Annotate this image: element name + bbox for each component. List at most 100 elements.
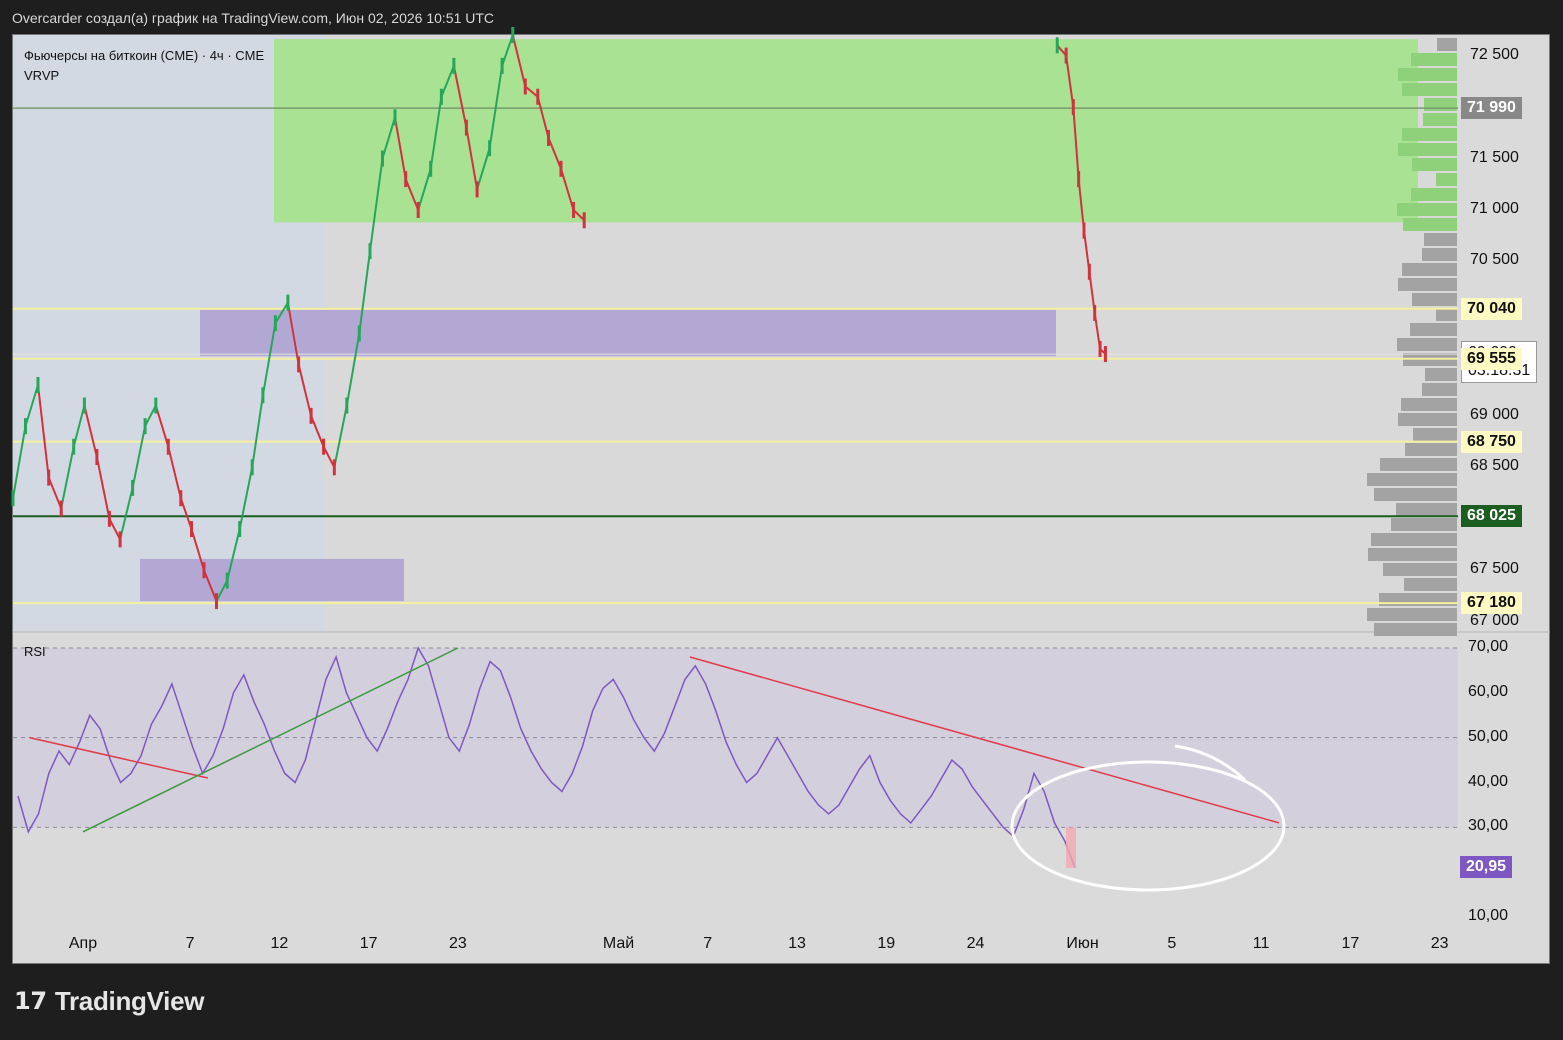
volume-profile-bar	[1412, 293, 1457, 306]
price-candle	[380, 150, 384, 167]
price-candle	[250, 459, 254, 476]
price-candle	[357, 325, 361, 342]
chart-canvas[interactable]	[0, 0, 1563, 1040]
price-legend: Фьючерсы на биткоин (CME) · 4ч · CME VRV…	[24, 46, 264, 86]
volume-profile-bar	[1405, 443, 1457, 456]
price-candle	[179, 490, 183, 507]
price-tag: 69 555	[1461, 347, 1522, 370]
volume-profile-bar	[1397, 338, 1457, 351]
rsi-tick-label: 70,00	[1468, 638, 1509, 655]
rsi-last-tag: 20,95	[1460, 855, 1513, 878]
volume-profile-bar	[1401, 398, 1457, 411]
price-candle	[23, 418, 27, 435]
price-tick-label: 71 500	[1470, 148, 1519, 166]
volume-profile-bar	[1422, 248, 1457, 261]
date-tick-label: 13	[788, 935, 806, 952]
rsi-oversold-fill	[1066, 827, 1076, 868]
date-tick-label: Апр	[68, 935, 98, 952]
price-candle	[225, 572, 229, 589]
date-tick-label: Июн	[1066, 935, 1099, 952]
price-candle	[95, 449, 99, 466]
volume-profile-bar	[1383, 563, 1457, 576]
price-candle	[82, 397, 86, 414]
volume-profile-bar	[1398, 413, 1457, 426]
price-candle	[404, 171, 408, 188]
price-tick-label: 69 000	[1470, 405, 1519, 423]
volume-profile-bar	[1411, 188, 1457, 201]
price-candle	[416, 201, 420, 218]
price-candle	[345, 397, 349, 414]
volume-profile-bar	[1424, 233, 1457, 246]
date-tick-label: 23	[448, 935, 467, 952]
volume-profile-bar	[1403, 218, 1457, 231]
volume-profile-bar	[1398, 278, 1457, 291]
date-tick-label: 12	[270, 935, 289, 952]
price-candle	[118, 531, 122, 548]
volume-profile-bar	[1402, 83, 1457, 96]
price-candle	[47, 469, 51, 486]
price-candle	[393, 109, 397, 126]
volume-profile-bar	[1412, 158, 1457, 171]
date-tick-label: 7	[185, 935, 195, 952]
price-candle	[1077, 171, 1081, 188]
price-candle	[475, 181, 479, 198]
price-tick-label: 67 500	[1470, 560, 1519, 578]
price-candle	[368, 243, 372, 260]
volume-profile-bar	[1397, 203, 1457, 216]
price-candle	[202, 562, 206, 579]
volume-profile-bar	[1437, 38, 1457, 51]
price-candle	[500, 57, 504, 74]
price-candle	[536, 88, 540, 105]
volume-profile-bar	[1391, 518, 1457, 531]
price-candle	[273, 315, 277, 332]
price-tick-label: 68 500	[1470, 457, 1519, 475]
price-candle	[72, 438, 76, 455]
price-candle	[1064, 47, 1068, 64]
price-candle	[559, 160, 563, 177]
volume-profile-bar	[1424, 98, 1457, 111]
date-tick-label: 11	[1252, 935, 1270, 952]
price-tick-label: 72 500	[1470, 45, 1519, 63]
price-candle	[1082, 222, 1086, 239]
price-candle	[1093, 304, 1097, 321]
rsi-legend[interactable]: RSI	[24, 644, 46, 659]
volume-profile-bar	[1380, 458, 1457, 471]
price-candle	[429, 160, 433, 177]
price-tag: 67 180	[1461, 592, 1522, 615]
date-tick-label: 17	[359, 935, 378, 952]
price-candle	[154, 397, 158, 414]
purple-zone-upper	[200, 309, 1056, 357]
rsi-tick-label: 50,00	[1468, 727, 1509, 745]
price-candle	[190, 521, 193, 538]
price-tick-label: 71 000	[1470, 199, 1519, 217]
date-tick-label: 5	[1167, 935, 1177, 952]
price-tick-label: 67 000	[1470, 611, 1519, 629]
price-candle	[1055, 37, 1059, 54]
price-candle	[36, 376, 40, 393]
price-candle	[332, 459, 336, 476]
price-candle	[11, 490, 15, 507]
price-candle	[309, 407, 313, 424]
purple-zone-lower	[140, 558, 404, 602]
price-candle	[571, 201, 575, 218]
price-tag: 68 025	[1461, 505, 1522, 528]
volume-profile-bar	[1413, 428, 1457, 441]
price-candle	[523, 78, 527, 95]
volume-profile-bar	[1422, 383, 1457, 396]
rsi-tick-label: 10,00	[1468, 907, 1509, 924]
volume-profile-bar	[1425, 368, 1457, 381]
date-tick-label: 24	[966, 935, 985, 952]
vrvp-label[interactable]: VRVP	[24, 66, 264, 86]
price-candle	[297, 356, 301, 373]
green-zone	[274, 39, 1418, 223]
price-candle	[59, 500, 63, 517]
price-candle	[1087, 263, 1091, 280]
price-candle	[1103, 346, 1107, 363]
price-candle	[131, 479, 135, 496]
price-candle	[452, 57, 456, 74]
brand[interactable]: 𝟭𝟳 TradingView	[14, 986, 204, 1017]
price-candle	[143, 418, 147, 435]
symbol-title[interactable]: Фьючерсы на биткоин (CME) · 4ч · CME	[24, 46, 264, 66]
price-candle	[511, 27, 515, 43]
price-tag: 70 040	[1461, 297, 1522, 320]
